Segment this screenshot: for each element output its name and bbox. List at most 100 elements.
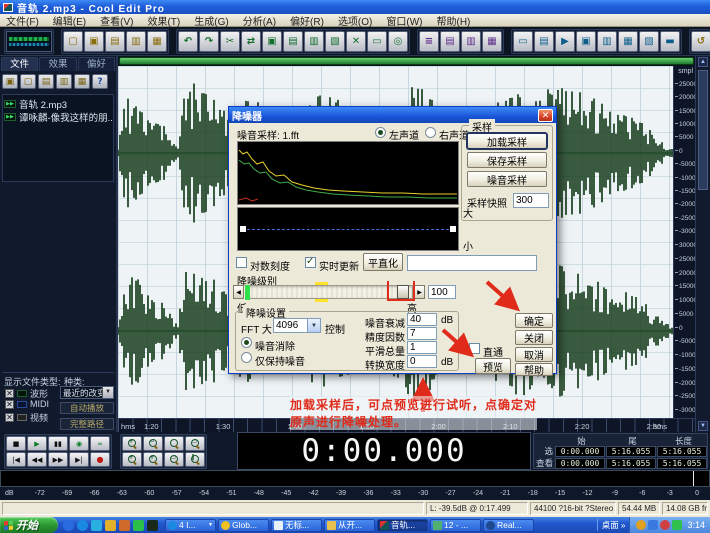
keep-noise-radio[interactable] (241, 352, 252, 363)
close-file-icon[interactable]: ▢ (20, 74, 36, 89)
log-scale-checkbox[interactable] (236, 257, 247, 268)
time-display[interactable]: 0:00.000 (237, 432, 531, 470)
zoom-to-selection-button[interactable]: ▭ (185, 436, 205, 451)
taskbar-item-folder[interactable]: 从开... (324, 519, 375, 532)
tab-favorites[interactable]: 偏好 (78, 57, 115, 71)
loop-button[interactable]: ∞ (90, 436, 110, 451)
save-as-icon[interactable]: ▦ (147, 31, 167, 52)
zoom-in-right-button[interactable]: + (143, 452, 163, 467)
properties-icon[interactable]: ▤ (534, 31, 554, 52)
window-tile-icon[interactable]: ▭ (513, 31, 533, 52)
play-button[interactable]: ▶ (27, 436, 47, 451)
help-button[interactable]: 帮助 (515, 363, 553, 376)
copy-to-new-icon[interactable]: ▧ (325, 31, 345, 52)
zoom-out-button[interactable]: − (143, 436, 163, 451)
zoom-restore-button[interactable] (164, 436, 184, 451)
monitor-record-icon[interactable]: ▣ (576, 31, 596, 52)
open-file-icon[interactable]: ▣ (2, 74, 18, 89)
app-icon[interactable] (147, 520, 158, 531)
scrollbar-thumb[interactable] (698, 70, 708, 190)
sort-dropdown[interactable]: 最近的改变 ▼ (60, 386, 114, 399)
bypass-checkbox[interactable] (469, 343, 480, 354)
delete-selection-icon[interactable]: ✕ (346, 31, 366, 52)
menu-item[interactable]: 编辑(E) (53, 13, 86, 28)
noise-level-graph[interactable] (237, 207, 459, 251)
taskbar-item-qq[interactable]: Glob... (218, 519, 269, 532)
tab-effects[interactable]: 效果 (39, 57, 76, 71)
zoom-full-button[interactable]: ‖ (185, 452, 205, 467)
menu-item[interactable]: 文件(F) (6, 13, 39, 28)
right-channel-radio[interactable] (425, 127, 436, 138)
waveform-view-toggle-button[interactable] (6, 31, 52, 52)
get-profile-button[interactable]: 噪音采样 (467, 171, 547, 187)
dialog-title-bar[interactable]: 降噪器 (229, 107, 556, 123)
play-window-icon[interactable]: ▶ (555, 31, 575, 52)
menu-item[interactable]: 分析(A) (243, 13, 276, 28)
checkbox-midi[interactable]: ✕ MIDI (5, 399, 49, 409)
taskbar-item-realplayer[interactable]: Real... (483, 519, 534, 532)
ok-button[interactable]: 确定 (515, 313, 553, 328)
save-profile-button[interactable]: 保存采样 (467, 152, 547, 168)
taskbar-clock[interactable]: 3:14 (687, 520, 705, 530)
menu-item[interactable]: 效果(T) (147, 13, 180, 28)
show-desktop-icon[interactable] (63, 520, 74, 531)
zoom-in-left-button[interactable]: + (122, 452, 142, 467)
amplitude-ruler[interactable]: smpl 2500020000150001000050000-5000-1000… (673, 66, 695, 418)
status-window-icon[interactable]: ▬ (660, 31, 680, 52)
level-meter[interactable] (0, 470, 710, 487)
fast-forward-button[interactable]: ▶▶ (48, 452, 68, 467)
taskbar-item-cool-edit[interactable]: 音轨... (377, 519, 428, 532)
locate-beats-icon[interactable]: ◎ (388, 31, 408, 52)
noise-reduce-input[interactable]: 40 (407, 313, 437, 326)
stop-button[interactable]: ■ (6, 436, 26, 451)
level-handle-left[interactable] (240, 226, 246, 232)
mail-icon[interactable] (119, 520, 130, 531)
pause-button[interactable]: ▮▮ (48, 436, 68, 451)
remove-noise-radio[interactable] (241, 337, 252, 348)
edit-file-icon[interactable]: ▤ (38, 74, 54, 89)
tab-files[interactable]: 文件 (1, 57, 38, 71)
level-handle-right[interactable] (450, 226, 456, 232)
open-append-icon[interactable]: ▥ (126, 31, 146, 52)
taskbar-item-ie-group[interactable]: 4 I...▼ (165, 519, 216, 532)
scroll-up-icon[interactable]: ▲ (698, 57, 708, 67)
cue-list-icon[interactable]: ▤ (440, 31, 460, 52)
new-file-icon[interactable]: ▢ (63, 31, 83, 52)
security-tray-icon[interactable] (636, 520, 646, 530)
desktop-toolbar[interactable]: 桌面 » (597, 519, 630, 531)
selection-length[interactable]: 5:16.055 (657, 446, 707, 457)
start-button[interactable]: 开始 (0, 517, 58, 533)
smoothing-input[interactable]: 1 (407, 341, 437, 354)
paste-icon[interactable]: ▤ (283, 31, 303, 52)
multitrack-view-icon[interactable]: ≡ (419, 31, 439, 52)
checkbox-video[interactable]: ✕ 视频 (5, 411, 48, 424)
close-icon[interactable]: ✕ (538, 109, 553, 122)
frequency-analysis-icon[interactable]: ▥ (597, 31, 617, 52)
redo-icon[interactable]: ↷ (199, 31, 219, 52)
options-icon[interactable]: ▦ (74, 74, 90, 89)
auto-play-button[interactable]: 自动播放 (60, 402, 114, 414)
menu-item[interactable]: 帮助(H) (437, 13, 471, 28)
cut-icon[interactable]: ✂ (220, 31, 240, 52)
full-path-button[interactable]: 完整路径 (60, 418, 114, 430)
menu-item[interactable]: 偏好(R) (290, 13, 324, 28)
record-button[interactable]: ● (90, 452, 110, 467)
app-icon[interactable] (133, 520, 144, 531)
open-file-icon[interactable]: ▣ (84, 31, 104, 52)
snapshot-input[interactable]: 300 (513, 193, 549, 208)
view-start[interactable]: 0:00.000 (555, 458, 605, 469)
preview-button[interactable]: 预览 (475, 358, 511, 374)
precision-input[interactable]: 7 (407, 327, 437, 340)
volume-tray-icon[interactable] (648, 520, 658, 530)
slider-right-arrow-icon[interactable]: ▶ (414, 285, 425, 299)
vertical-scrollbar[interactable]: ▲ ▼ (695, 56, 710, 432)
slider-left-arrow-icon[interactable]: ◀ (233, 285, 244, 299)
play-looped-button[interactable]: ◉ (69, 436, 89, 451)
selection-end[interactable]: 5:16.055 (606, 446, 656, 457)
go-to-end-button[interactable]: ▶| (69, 452, 89, 467)
mixers-icon[interactable]: ▦ (482, 31, 502, 52)
mix-paste-icon[interactable]: ▥ (304, 31, 324, 52)
view-end[interactable]: 5:16.055 (606, 458, 656, 469)
file-list-item[interactable]: ▶▶ 谭咏麟-像我这样的朋... (4, 110, 112, 123)
save-file-icon[interactable]: ▤ (105, 31, 125, 52)
